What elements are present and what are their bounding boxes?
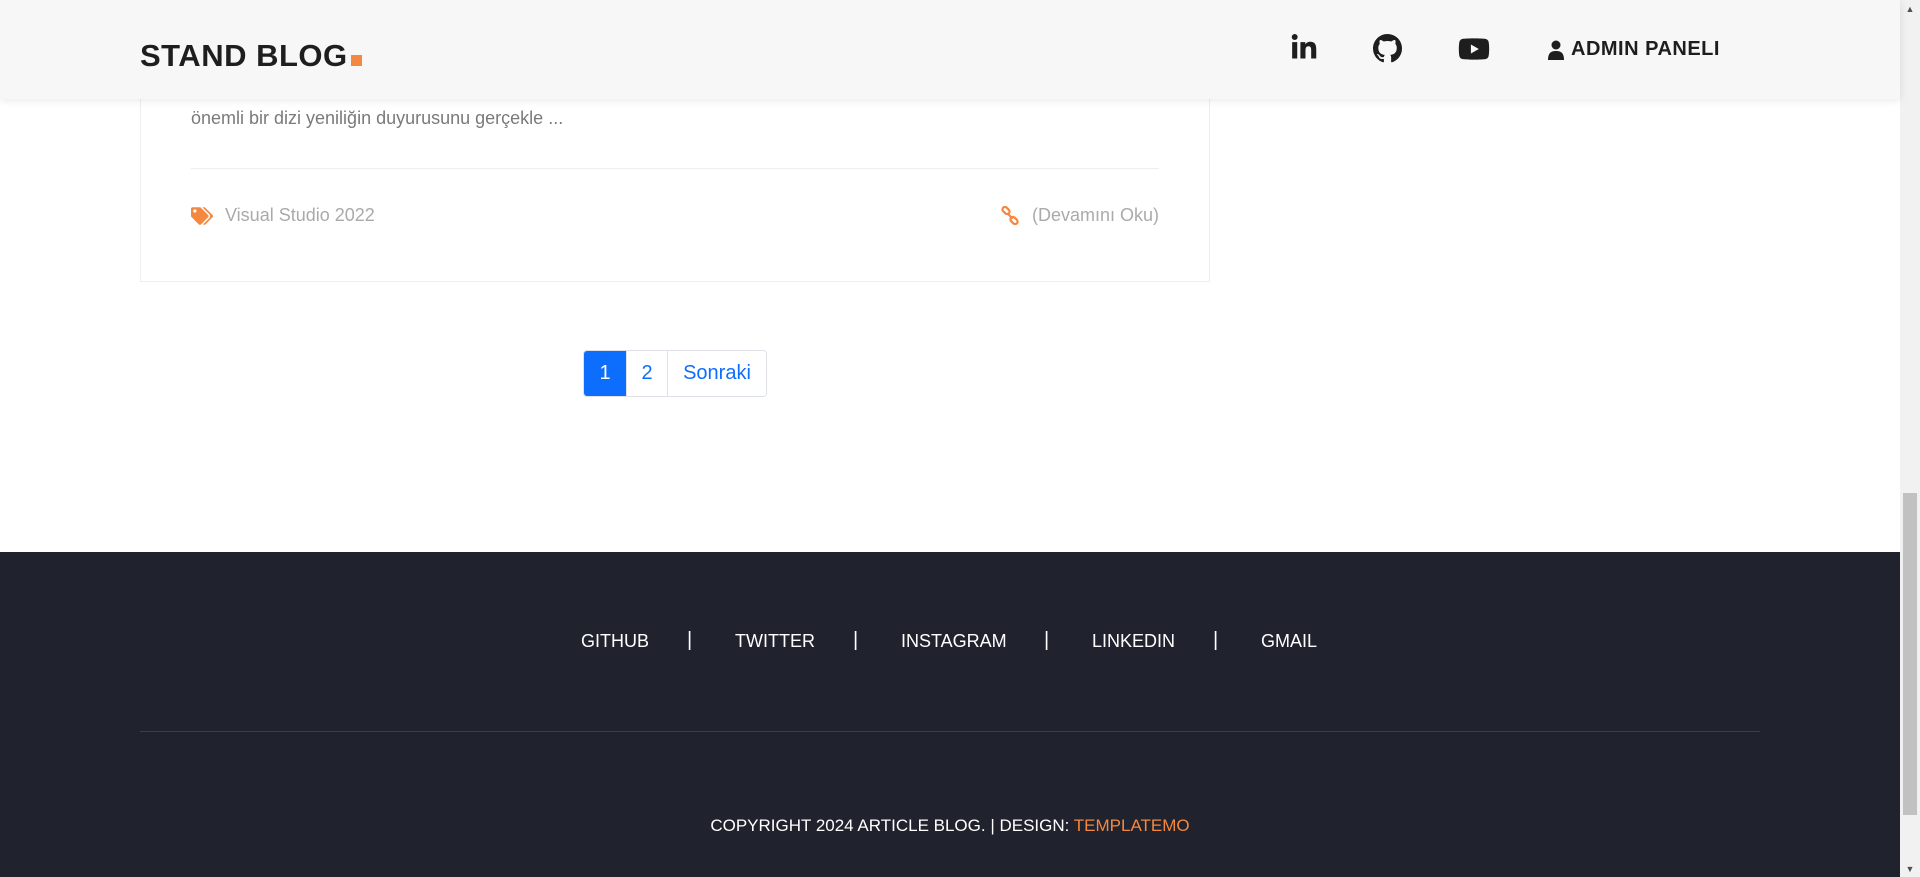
footer-link-github[interactable]: GITHUB: [581, 631, 649, 652]
copyright-text: COPYRIGHT 2024 ARTICLE BLOG. | DESIGN: T…: [0, 816, 1900, 836]
templatemo-link[interactable]: TEMPLATEMO: [1074, 816, 1190, 835]
read-more-link[interactable]: (Devamını Oku): [1000, 205, 1159, 226]
page-scrollbar[interactable]: ▲ ▼: [1900, 0, 1920, 877]
next-page-button[interactable]: Sonraki: [667, 351, 766, 396]
linkedin-icon[interactable]: [1290, 34, 1318, 62]
footer-separator: |: [1044, 629, 1050, 651]
copyright-prefix: COPYRIGHT 2024 ARTICLE BLOG. | DESIGN:: [710, 816, 1074, 835]
admin-panel-label: ADMIN PANELI: [1571, 38, 1720, 60]
youtube-icon[interactable]: [1458, 34, 1490, 64]
article-tag-label: Visual Studio 2022: [225, 205, 375, 225]
scroll-up-icon[interactable]: ▲: [1900, 0, 1920, 17]
link-icon: [1001, 205, 1019, 225]
footer-link-twitter[interactable]: TWITTER: [735, 631, 815, 652]
article-tag[interactable]: Visual Studio 2022: [191, 205, 375, 226]
site-footer: GITHUB | TWITTER | INSTAGRAM | LINKEDIN …: [0, 552, 1900, 877]
logo-text: STAND BLOG: [140, 38, 348, 73]
user-icon: [1548, 40, 1564, 60]
github-icon[interactable]: [1373, 34, 1402, 63]
page-2-button[interactable]: 2: [626, 351, 667, 396]
scrollbar-thumb[interactable]: [1903, 493, 1917, 815]
logo-dot: [350, 55, 362, 66]
site-logo[interactable]: STAND BLOG: [140, 38, 362, 74]
admin-panel-link[interactable]: ADMIN PANELI: [1547, 38, 1720, 61]
scroll-down-icon[interactable]: ▼: [1900, 860, 1920, 877]
footer-link-linkedin[interactable]: LINKEDIN: [1092, 631, 1175, 652]
read-more-label: (Devamını Oku): [1031, 205, 1159, 225]
pagination: 1 2 Sonraki: [583, 350, 767, 397]
footer-link-gmail[interactable]: GMAIL: [1261, 631, 1317, 652]
page-1-button[interactable]: 1: [584, 351, 626, 396]
footer-link-instagram[interactable]: INSTAGRAM: [901, 631, 1007, 652]
site-header: STAND BLOG ADMIN PANELI: [0, 0, 1900, 99]
article-excerpt: önemli bir dizi yeniliğin duyurusunu ger…: [191, 108, 564, 128]
footer-separator: |: [853, 629, 859, 651]
article-divider: [191, 168, 1159, 169]
footer-separator: |: [687, 629, 693, 651]
footer-divider: [140, 731, 1760, 732]
footer-separator: |: [1213, 629, 1219, 651]
tags-icon: [191, 206, 213, 225]
